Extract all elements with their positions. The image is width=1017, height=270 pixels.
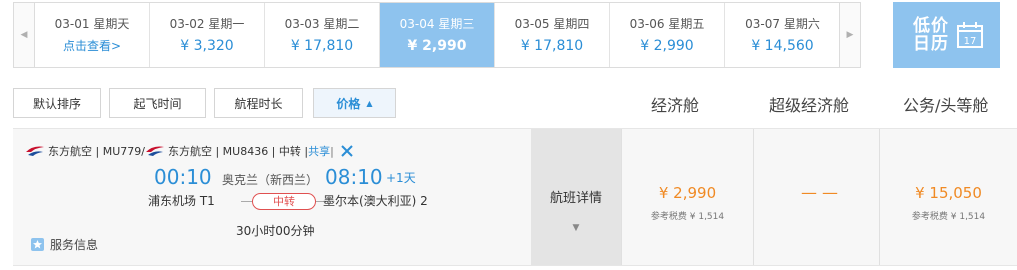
calendar-day: 17 — [964, 36, 977, 47]
departure-time: 00:10 — [154, 165, 212, 189]
fare-premium-economy: — — — [753, 129, 885, 265]
segment-1: 东方航空 | MU779/ — [48, 145, 145, 158]
sort-price-button[interactable]: 价格 ▲ — [313, 88, 396, 118]
fare-economy[interactable]: ¥ 2,990 参考税费 ¥ 1,514 — [621, 129, 753, 265]
column-premium-economy: 超级经济舱 — [769, 96, 850, 115]
transit-badge[interactable]: 中转 — [252, 193, 316, 210]
sort-price-label: 价格 — [336, 96, 361, 111]
flight-details-button[interactable]: 航班详情 ▼ — [531, 129, 621, 265]
departure-airport: 浦东机场 T1 — [148, 194, 215, 208]
date-price: ¥ 17,810 — [520, 38, 584, 54]
economy-tax: 参考税费 ¥ 1,514 — [650, 212, 725, 222]
arrival-time: 08:10 — [325, 165, 383, 189]
date-label: 03-03 星期二 — [284, 17, 360, 31]
date-cell-0302[interactable]: 03-02 星期一 ¥ 3,320 — [150, 3, 265, 67]
date-label: 03-04 星期三 — [399, 17, 475, 31]
china-eastern-logo-icon — [145, 146, 164, 156]
calendar-label: 低价 日历 — [913, 17, 949, 53]
calendar-label-line1: 低价 — [913, 16, 949, 36]
date-label: 03-06 星期五 — [629, 17, 705, 31]
chevron-left-icon[interactable]: ◀ — [14, 3, 35, 67]
date-cell-0307[interactable]: 03-07 星期六 ¥ 14,560 — [725, 3, 840, 67]
cutlery-icon — [341, 145, 353, 157]
column-business-first: 公务/头等舱 — [903, 96, 989, 115]
date-cell-0301[interactable]: 03-01 星期天 点击查看> — [35, 3, 150, 67]
view-link[interactable]: 点击查看> — [35, 37, 149, 55]
sort-duration-button[interactable]: 航程时长 — [214, 88, 303, 118]
fare-business-first[interactable]: ¥ 15,050 参考税费 ¥ 1,514 — [879, 129, 1017, 265]
service-info-label: 服务信息 — [50, 238, 99, 252]
date-price: ¥ 2,990 — [640, 38, 694, 54]
service-info-link[interactable]: 服务信息 — [31, 236, 98, 253]
sort-departure-button[interactable]: 起飞时间 — [109, 88, 206, 118]
date-cell-0303[interactable]: 03-03 星期二 ¥ 17,810 — [265, 3, 380, 67]
date-list: 03-01 星期天 点击查看> 03-02 星期一 ¥ 3,320 03-03 … — [35, 3, 840, 67]
date-cell-0305[interactable]: 03-05 星期四 ¥ 17,810 — [495, 3, 610, 67]
sort-default-button[interactable]: 默认排序 — [13, 88, 101, 118]
date-label: 03-01 星期天 — [54, 17, 130, 31]
codeshare-link[interactable]: 共享 — [308, 143, 330, 159]
airline-info: 东方航空 | MU779/ 东方航空 | MU8436 | 中转 | 共享 | — [25, 143, 354, 159]
date-strip: ◀ 03-01 星期天 点击查看> 03-02 星期一 ¥ 3,320 03-0… — [13, 2, 861, 68]
business-price: ¥ 15,050 — [915, 184, 982, 202]
business-tax: 参考税费 ¥ 1,514 — [911, 212, 986, 222]
plus-day-badge: +1天 — [386, 171, 416, 185]
separator: | — [330, 144, 334, 158]
date-label: 03-02 星期一 — [169, 17, 245, 31]
departure-city: 奥克兰（新西兰） — [222, 173, 319, 187]
date-label: 03-05 星期四 — [514, 17, 590, 31]
date-price: ¥ 14,560 — [751, 38, 814, 54]
premium-price: — — — [800, 183, 839, 202]
date-label: 03-07 星期六 — [745, 17, 820, 31]
flight-duration: 30小时00分钟 — [236, 224, 315, 238]
sort-ascending-icon: ▲ — [366, 98, 373, 108]
segment-2: 东方航空 | MU8436 | 中转 | — [167, 145, 309, 158]
flight-details-label: 航班详情 — [549, 191, 602, 206]
china-eastern-logo-icon — [26, 146, 44, 156]
caret-down-icon: ▼ — [572, 223, 580, 233]
low-price-calendar-button[interactable]: 低价 日历 17 — [893, 2, 1000, 68]
chevron-right-icon[interactable]: ▶ — [839, 3, 860, 67]
date-cell-0304-selected[interactable]: 03-04 星期三 ¥ 2,990 — [380, 3, 495, 67]
arrival-airport: 墨尔本(澳大利亚) 2 — [323, 194, 428, 208]
date-price: ¥ 2,990 — [407, 38, 467, 54]
flight-card: 东方航空 | MU779/ 东方航空 | MU8436 | 中转 | 共享 | … — [13, 128, 1017, 266]
calendar-icon: 17 — [957, 22, 983, 48]
date-cell-0306[interactable]: 03-06 星期五 ¥ 2,990 — [610, 3, 725, 67]
date-price: ¥ 3,320 — [180, 38, 234, 54]
economy-price: ¥ 2,990 — [658, 184, 717, 202]
date-price: ¥ 17,810 — [290, 38, 354, 54]
star-badge-icon — [31, 238, 44, 251]
column-economy: 经济舱 — [651, 96, 700, 115]
calendar-label-line2: 日历 — [913, 34, 949, 54]
